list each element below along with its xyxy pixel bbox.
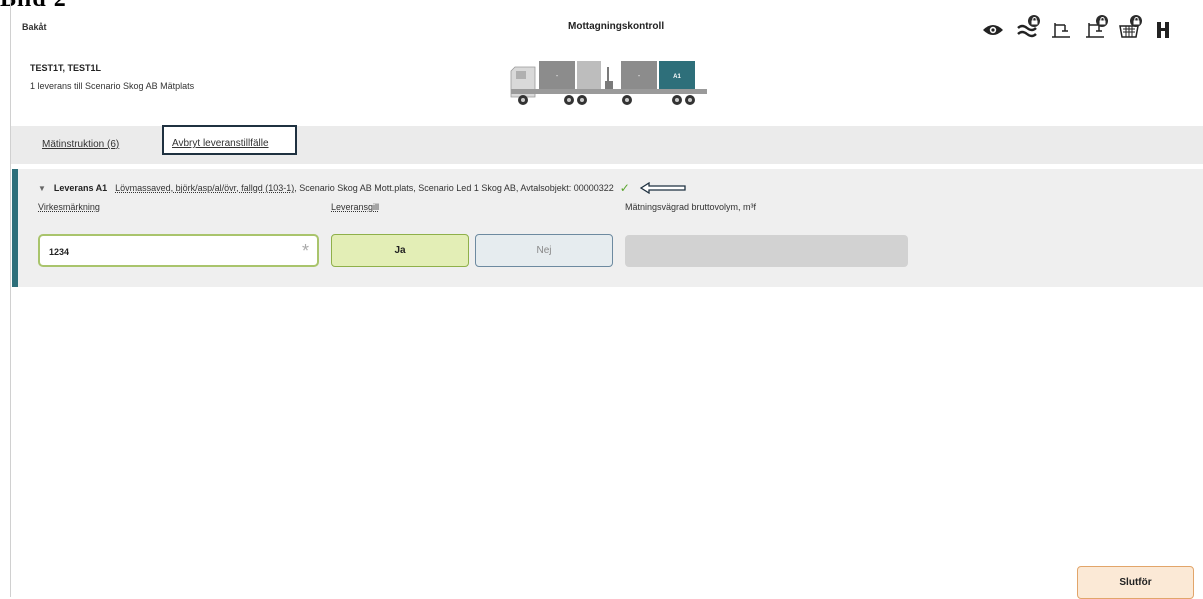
delivery-header[interactable]: ▼ Leverans A1 Lövmassaved, björk/asp/al/… bbox=[38, 181, 686, 195]
cancel-delivery-label[interactable]: Avbryt leveranstillfälle bbox=[172, 138, 269, 149]
eye-icon[interactable] bbox=[976, 14, 1010, 46]
container-3-label: A1 bbox=[673, 74, 681, 80]
toolbar bbox=[976, 14, 1180, 46]
lock-icon bbox=[1096, 15, 1108, 27]
scale-icon[interactable] bbox=[1044, 14, 1078, 46]
column-icon[interactable] bbox=[1146, 14, 1180, 46]
truck-illustration: - - A1 bbox=[510, 61, 707, 105]
moisture-icon[interactable] bbox=[1010, 14, 1044, 46]
scale-locked-icon[interactable] bbox=[1078, 14, 1112, 46]
volym-input[interactable] bbox=[625, 235, 908, 267]
lock-icon bbox=[1130, 15, 1142, 27]
virke-input[interactable]: 1234 * bbox=[38, 234, 319, 267]
page-title: Mottagningskontroll bbox=[568, 21, 665, 32]
arrow-left-icon bbox=[639, 182, 686, 194]
delivery-label: Leverans A1 bbox=[53, 183, 108, 193]
virke-label: Virkesmärkning bbox=[38, 202, 100, 212]
chevron-down-icon[interactable]: ▼ bbox=[38, 184, 46, 193]
volym-label: Mätningsvägrad bruttovolym, m³f bbox=[625, 202, 757, 212]
finish-button[interactable]: Slutför bbox=[1077, 566, 1194, 599]
assortment-link[interactable]: Lövmassaved, björk/asp/al/övr, fallgd (1… bbox=[115, 183, 294, 193]
yes-button[interactable]: Ja bbox=[331, 234, 469, 267]
instruction-link[interactable]: Mätinstruktion (6) bbox=[42, 139, 119, 150]
delivery-details: , Scenario Skog AB Mott.plats, Scenario … bbox=[294, 183, 614, 193]
back-link[interactable]: Bakåt bbox=[22, 22, 47, 32]
required-icon: * bbox=[301, 241, 309, 261]
check-icon: ✓ bbox=[619, 181, 630, 195]
gill-label: Leveransgill bbox=[331, 202, 380, 212]
no-button[interactable]: Nej bbox=[475, 234, 613, 267]
virke-value: 1234 bbox=[49, 247, 70, 257]
delivery-count: 1 leverans till Scenario Skog AB Mätplat… bbox=[30, 81, 195, 91]
vehicle-ids: TEST1T, TEST1L bbox=[30, 63, 102, 73]
basket-icon[interactable] bbox=[1112, 14, 1146, 46]
lock-icon bbox=[1028, 15, 1040, 27]
